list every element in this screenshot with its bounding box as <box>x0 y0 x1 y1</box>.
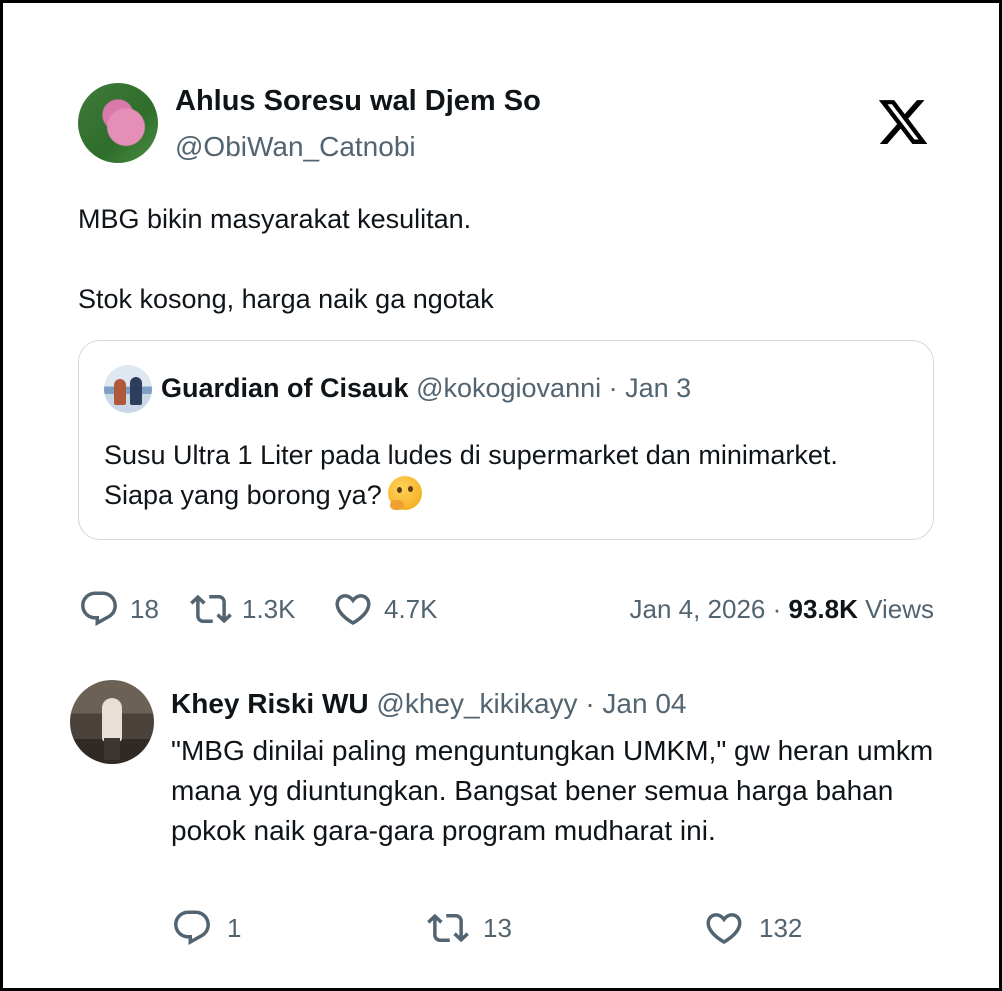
tweet-screenshot-frame: Ahlus Soresu wal Djem So @ObiWan_Catnobi… <box>0 0 1002 991</box>
reply-bubble-icon <box>174 910 210 945</box>
like-count: 4.7K <box>384 593 438 624</box>
reply-header: Khey Riski WU @khey_kikikayy · Jan 04 <box>171 688 687 720</box>
like-button[interactable]: 4.7K <box>332 586 438 632</box>
repost-icon <box>190 594 232 624</box>
views-count: 93.8K <box>788 594 858 624</box>
reply-reply-button[interactable]: 1 <box>171 905 241 951</box>
repost-button[interactable]: 1.3K <box>190 586 296 632</box>
tweet-text-line-1: MBG bikin masyarakat kesulitan. <box>78 204 472 234</box>
author-name[interactable]: Ahlus Soresu wal Djem So <box>175 85 541 118</box>
reply-repost-button[interactable]: 13 <box>427 905 512 951</box>
quoted-tweet-text: Susu Ultra 1 Liter pada ludes di superma… <box>104 435 904 515</box>
reply-text: "MBG dinilai paling menguntungkan UMKM,"… <box>171 735 934 846</box>
heart-icon <box>706 913 742 945</box>
views-label: Views <box>857 594 934 624</box>
repost-icon <box>427 913 469 943</box>
author-avatar[interactable] <box>78 83 158 163</box>
tweet-text: MBG bikin masyarakat kesulitan. Stok kos… <box>78 199 938 319</box>
quoted-tweet-card[interactable]: Guardian of Cisauk @kokogiovanni · Jan 3… <box>78 340 934 540</box>
reply-author-name[interactable]: Khey Riski WU <box>171 688 369 719</box>
reply-author-avatar[interactable] <box>70 680 154 764</box>
heart-icon <box>335 594 371 626</box>
reply-button[interactable]: 18 <box>78 586 159 632</box>
quoted-author-avatar[interactable] <box>104 365 152 413</box>
tweet-date[interactable]: Jan 4, 2026 · <box>630 594 789 624</box>
reply-repost-count: 13 <box>483 912 512 943</box>
tweet-actions-bar: 18 1.3K 4.7K Jan 4, 2026 · 93.8K Views <box>78 586 938 632</box>
reply-author-meta: @khey_kikikayy · Jan 04 <box>376 688 687 719</box>
x-logo-icon <box>878 100 928 144</box>
tweet-text-line-2: Stok kosong, harga naik ga ngotak <box>78 284 494 314</box>
reply-reply-count: 1 <box>227 912 242 943</box>
reply-count: 18 <box>130 593 159 624</box>
thinking-face-emoji-icon <box>387 476 422 510</box>
quoted-author-name[interactable]: Guardian of Cisauk <box>161 373 409 403</box>
quoted-tweet-text-body: Susu Ultra 1 Liter pada ludes di superma… <box>104 440 838 510</box>
repost-count: 1.3K <box>242 593 296 624</box>
reply-like-count: 132 <box>759 912 803 943</box>
author-handle[interactable]: @ObiWan_Catnobi <box>175 131 416 163</box>
reply-actions-bar: 1 13 132 <box>171 905 871 951</box>
reply-like-button[interactable]: 132 <box>703 905 802 951</box>
reply-bubble-icon <box>81 591 117 626</box>
quoted-tweet-header: Guardian of Cisauk @kokogiovanni · Jan 3 <box>161 373 691 404</box>
tweet-timestamp-views: Jan 4, 2026 · 93.8K Views <box>630 594 935 625</box>
quoted-author-meta: @kokogiovanni · Jan 3 <box>416 373 692 403</box>
